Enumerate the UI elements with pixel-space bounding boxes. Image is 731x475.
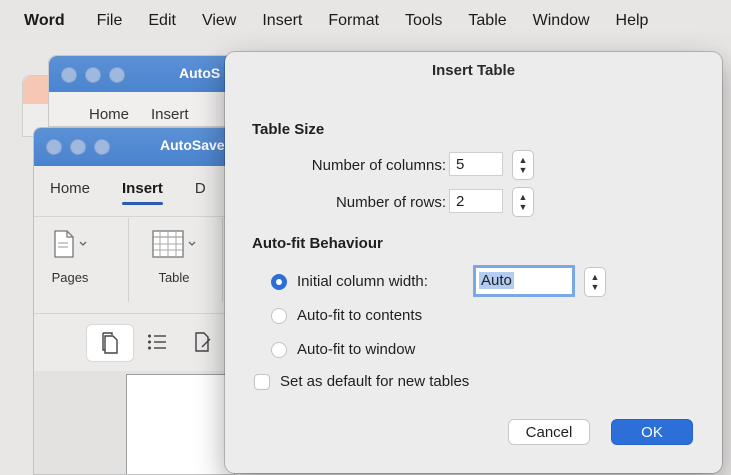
table-size-heading: Table Size	[252, 121, 325, 138]
columns-label: Number of columns:	[311, 157, 446, 174]
autofit-window-radio[interactable]	[271, 341, 287, 358]
autofit-contents-label: Auto-fit to contents	[297, 307, 423, 324]
insert-table-dialog: Insert Table Table Size Number of column…	[225, 52, 722, 473]
autofit-contents-option[interactable]: Auto-fit to contents	[271, 307, 422, 324]
initial-width-option[interactable]: Initial column width:	[271, 273, 428, 290]
chevron-down-icon	[188, 241, 196, 246]
list-icon	[148, 334, 166, 350]
close-window-button[interactable]	[46, 139, 62, 155]
menu-word[interactable]: Word	[24, 12, 65, 30]
edit-view-button[interactable]	[180, 324, 226, 360]
rows-stepper[interactable]: ▲ ▼	[512, 187, 534, 217]
menu-tools[interactable]: Tools	[405, 12, 442, 30]
tab-home[interactable]: Home	[50, 180, 90, 197]
menu-view[interactable]: View	[202, 12, 236, 30]
page-edit-icon	[195, 332, 211, 352]
cancel-button[interactable]: Cancel	[508, 419, 590, 445]
document-window: AutoSave Home Insert D Pages Table	[33, 127, 235, 475]
tab-insert[interactable]: Insert	[122, 180, 163, 205]
set-default-checkbox[interactable]	[254, 373, 270, 390]
autofit-window-option[interactable]: Auto-fit to window	[271, 341, 415, 358]
window-title: AutoS	[179, 65, 221, 81]
minimize-window-button[interactable]	[70, 139, 86, 155]
zoom-window-button[interactable]	[94, 139, 110, 155]
table-grid-icon	[152, 230, 184, 258]
menu-window[interactable]: Window	[533, 12, 590, 30]
chevron-up-icon[interactable]: ▲	[519, 192, 528, 202]
columns-stepper[interactable]: ▲ ▼	[512, 150, 534, 180]
tab-design[interactable]: D	[195, 180, 206, 197]
document-view-button[interactable]	[86, 324, 134, 362]
page-icon	[54, 230, 74, 258]
autofit-window-label: Auto-fit to window	[297, 341, 416, 358]
document-icon	[102, 332, 118, 354]
pages-label: Pages	[51, 270, 89, 285]
table-label: Table	[158, 270, 190, 285]
chevron-down-icon[interactable]: ▼	[519, 202, 528, 212]
initial-width-radio[interactable]	[271, 273, 287, 290]
zoom-window-button[interactable]	[109, 67, 125, 83]
view-toolbar	[86, 324, 226, 362]
menu-table[interactable]: Table	[468, 12, 506, 30]
initial-width-label: Initial column width:	[297, 273, 428, 290]
menu-help[interactable]: Help	[616, 12, 649, 30]
rows-label: Number of rows:	[335, 194, 446, 211]
initial-width-input[interactable]: Auto	[473, 265, 575, 297]
ok-button[interactable]: OK	[611, 419, 693, 445]
rows-input[interactable]: 2	[449, 189, 503, 213]
initial-width-value: Auto	[479, 272, 514, 289]
initial-width-stepper[interactable]: ▲ ▼	[584, 267, 606, 297]
table-button[interactable]: Table	[144, 224, 204, 285]
document-page[interactable]	[126, 374, 234, 474]
tab-insert[interactable]: Insert	[151, 106, 189, 123]
close-window-button[interactable]	[61, 67, 77, 83]
window-title: AutoSave	[160, 137, 225, 153]
minimize-window-button[interactable]	[85, 67, 101, 83]
set-default-label: Set as default for new tables	[280, 373, 470, 390]
tab-home[interactable]: Home	[89, 106, 129, 123]
chevron-up-icon[interactable]: ▲	[591, 272, 600, 282]
autofit-heading: Auto-fit Behaviour	[252, 235, 383, 252]
menu-edit[interactable]: Edit	[148, 12, 176, 30]
menu-file[interactable]: File	[97, 12, 123, 30]
chevron-down-icon[interactable]: ▼	[519, 165, 528, 175]
outline-view-button[interactable]	[134, 324, 180, 360]
pages-button[interactable]: Pages	[40, 224, 100, 285]
window-titlebar: AutoSave	[34, 128, 234, 166]
set-default-option[interactable]: Set as default for new tables	[254, 373, 469, 390]
autofit-contents-radio[interactable]	[271, 307, 287, 324]
chevron-down-icon[interactable]: ▼	[591, 282, 600, 292]
columns-input[interactable]: 5	[449, 152, 503, 176]
chevron-up-icon[interactable]: ▲	[519, 155, 528, 165]
menu-insert[interactable]: Insert	[262, 12, 302, 30]
chevron-down-icon	[79, 241, 87, 246]
dialog-title: Insert Table	[431, 62, 516, 79]
menu-format[interactable]: Format	[328, 12, 379, 30]
menu-bar: Word File Edit View Insert Format Tools …	[0, 0, 731, 42]
